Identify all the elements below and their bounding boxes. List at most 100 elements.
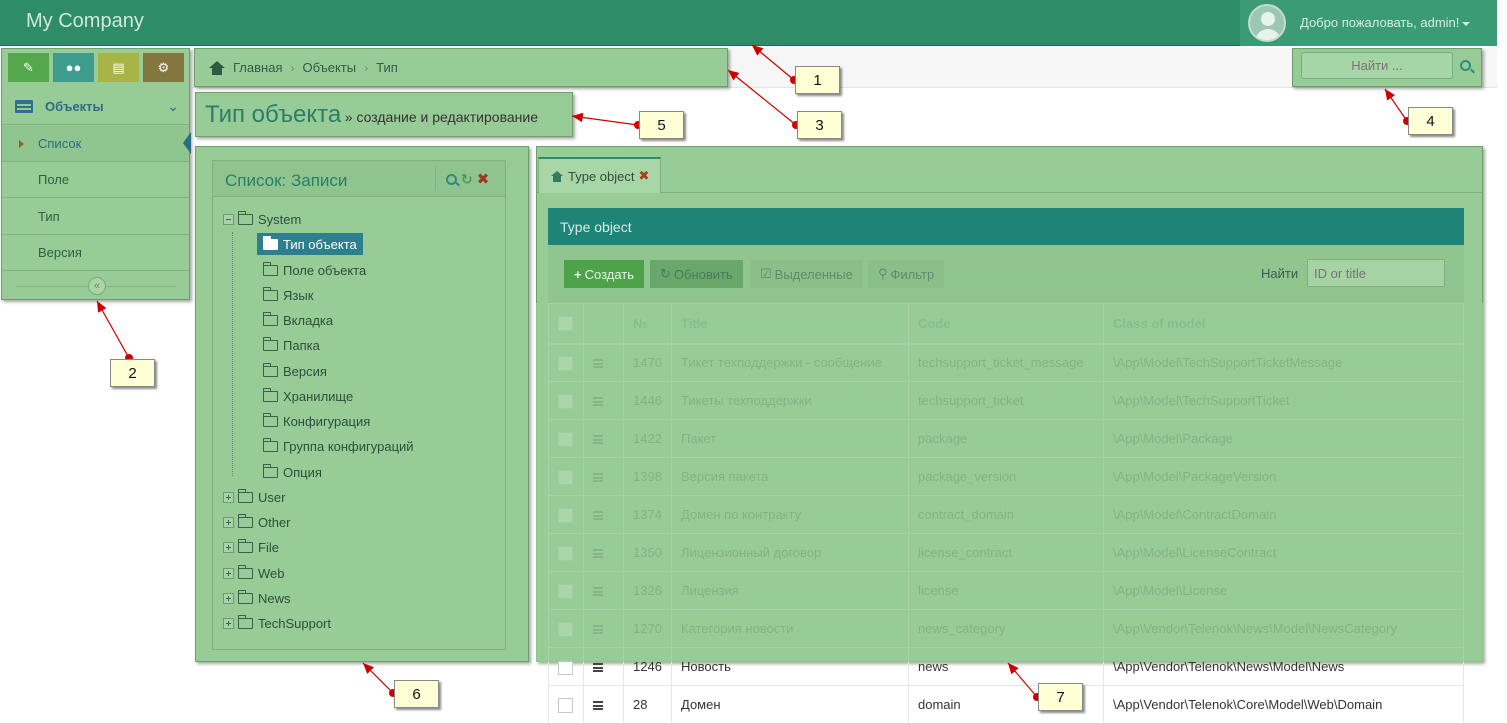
tree-node-other[interactable]: Other — [223, 512, 291, 532]
expand-icon[interactable] — [223, 491, 234, 503]
close-icon[interactable]: ✖ — [639, 168, 650, 184]
tree-node-web[interactable]: Web — [223, 563, 285, 583]
row-select-cell[interactable] — [548, 533, 584, 572]
tree-node-news[interactable]: News — [223, 588, 291, 608]
card-button[interactable]: ▤ — [98, 53, 139, 82]
sidebar-item-version[interactable]: Версия — [2, 235, 189, 271]
column-header-id[interactable]: № — [623, 303, 672, 345]
selected-button[interactable]: ☑ Выделенные — [750, 260, 863, 288]
row-select-cell[interactable] — [548, 457, 584, 496]
tree-node-system[interactable]: System — [223, 209, 301, 229]
menu-icon[interactable] — [593, 397, 603, 407]
sidebar-item-type[interactable]: Тип — [2, 199, 189, 235]
table-row[interactable]: 1350 Лицензионный договор license_contract… — [548, 533, 1464, 572]
welcome-text[interactable]: Добро пожаловать, admin! — [1300, 15, 1471, 30]
users-button[interactable]: ●● — [53, 53, 94, 82]
row-checkbox[interactable] — [558, 393, 573, 409]
expand-icon[interactable] — [223, 592, 234, 604]
menu-icon[interactable] — [593, 359, 603, 369]
row-select-cell[interactable] — [548, 381, 584, 420]
expand-icon[interactable] — [223, 617, 234, 629]
refresh-icon[interactable]: ↻ — [461, 171, 473, 188]
row-actions-cell[interactable] — [583, 685, 624, 723]
row-checkbox[interactable] — [558, 659, 573, 675]
row-checkbox[interactable] — [558, 507, 573, 523]
brand-logo[interactable]: My Company — [26, 10, 144, 33]
sidebar-section-objects[interactable]: Объекты ⌄ — [2, 89, 189, 125]
table-row[interactable]: 1470 Тикет техподдержки - сообщение techsu… — [548, 343, 1464, 382]
menu-icon[interactable] — [593, 587, 603, 597]
collapse-icon[interactable] — [223, 213, 234, 225]
avatar[interactable] — [1248, 4, 1286, 42]
menu-icon[interactable] — [593, 435, 603, 445]
table-row[interactable]: 1270 Категория новости news_category \App\V… — [548, 609, 1464, 648]
column-header-code[interactable]: Code — [908, 303, 1104, 345]
table-row[interactable]: 1246 Новость news \App\Vendor\Telenok\News\… — [548, 647, 1464, 686]
row-select-cell[interactable] — [548, 647, 584, 686]
sidebar-item-list[interactable]: Список — [2, 126, 191, 162]
breadcrumb-home[interactable]: Главная — [233, 60, 282, 75]
sidebar-item-field[interactable]: Поле — [2, 162, 189, 198]
table-row[interactable]: 28 Домен domain \App\Vendor\Telenok\Core\Mo… — [548, 685, 1464, 723]
menu-icon[interactable] — [593, 625, 603, 635]
filter-button[interactable]: ⚲ Фильтр — [868, 260, 945, 288]
column-header-class[interactable]: Class of model — [1103, 303, 1464, 345]
search-input[interactable] — [1301, 52, 1453, 79]
tab-type-object[interactable]: Type object ✖ — [538, 157, 661, 193]
row-checkbox[interactable] — [558, 469, 573, 485]
row-actions-cell[interactable] — [583, 495, 624, 534]
row-actions-cell[interactable] — [583, 419, 624, 458]
settings-button[interactable]: ⚙ — [143, 53, 184, 82]
row-checkbox[interactable] — [558, 355, 573, 371]
refresh-button[interactable]: ↻ Обновить — [650, 260, 743, 288]
tree-node-child[interactable]: Язык — [263, 285, 313, 305]
menu-icon[interactable] — [593, 663, 603, 673]
table-row[interactable]: 1446 Тикеты техподдержки techsupport_ticke… — [548, 381, 1464, 420]
row-actions-cell[interactable] — [583, 343, 624, 382]
row-actions-cell[interactable] — [583, 609, 624, 648]
row-select-cell[interactable] — [548, 609, 584, 648]
search-icon[interactable] — [446, 173, 457, 185]
column-header-title[interactable]: Title — [671, 303, 909, 345]
row-checkbox[interactable] — [558, 545, 573, 561]
menu-icon[interactable] — [593, 549, 603, 559]
table-row[interactable]: 1422 Пакет package \App\Model\Package — [548, 419, 1464, 458]
expand-icon[interactable] — [223, 541, 234, 553]
tree-node-child[interactable]: Папка — [263, 335, 320, 355]
menu-icon[interactable] — [593, 473, 603, 483]
menu-icon[interactable] — [593, 511, 603, 521]
expand-icon[interactable] — [223, 516, 234, 528]
select-all-cell[interactable] — [548, 303, 584, 345]
tree-node-child[interactable]: Вкладка — [263, 310, 333, 330]
table-row[interactable]: 1398 Версия пакета package_version \App\Mod… — [548, 457, 1464, 496]
row-select-cell[interactable] — [548, 685, 584, 723]
create-button[interactable]: + Создать — [564, 260, 644, 288]
tree-node-user[interactable]: User — [223, 487, 285, 507]
row-checkbox[interactable] — [558, 431, 573, 447]
breadcrumb-objects[interactable]: Объекты — [302, 60, 356, 75]
user-menu[interactable]: Добро пожаловать, admin! — [1240, 0, 1497, 46]
tree-node-child[interactable]: Хранилище — [263, 386, 353, 406]
tree-node-child[interactable]: Конфигурация — [263, 411, 370, 431]
row-select-cell[interactable] — [548, 495, 584, 534]
row-actions-cell[interactable] — [583, 571, 624, 610]
close-icon[interactable]: ✖ — [477, 170, 490, 188]
tree-node-selected[interactable]: Тип объекта — [257, 233, 363, 255]
menu-icon[interactable] — [593, 701, 603, 711]
row-actions-cell[interactable] — [583, 457, 624, 496]
search-icon[interactable] — [1460, 60, 1471, 71]
edit-button[interactable]: ✎ — [8, 53, 49, 82]
collapse-sidebar-button[interactable]: « — [88, 277, 106, 295]
table-row[interactable]: 1326 Лицензия license \App\Model\License — [548, 571, 1464, 610]
select-all-checkbox[interactable] — [558, 316, 573, 332]
row-checkbox[interactable] — [558, 583, 573, 599]
chevron-down-icon[interactable]: ⌄ — [167, 98, 179, 115]
tree-node-techsupport[interactable]: TechSupport — [223, 613, 331, 633]
row-actions-cell[interactable] — [583, 381, 624, 420]
row-select-cell[interactable] — [548, 571, 584, 610]
row-actions-cell[interactable] — [583, 647, 624, 686]
row-checkbox[interactable] — [558, 697, 573, 713]
tree-node-child[interactable]: Группа конфигураций — [263, 436, 414, 456]
row-select-cell[interactable] — [548, 419, 584, 458]
row-select-cell[interactable] — [548, 343, 584, 382]
